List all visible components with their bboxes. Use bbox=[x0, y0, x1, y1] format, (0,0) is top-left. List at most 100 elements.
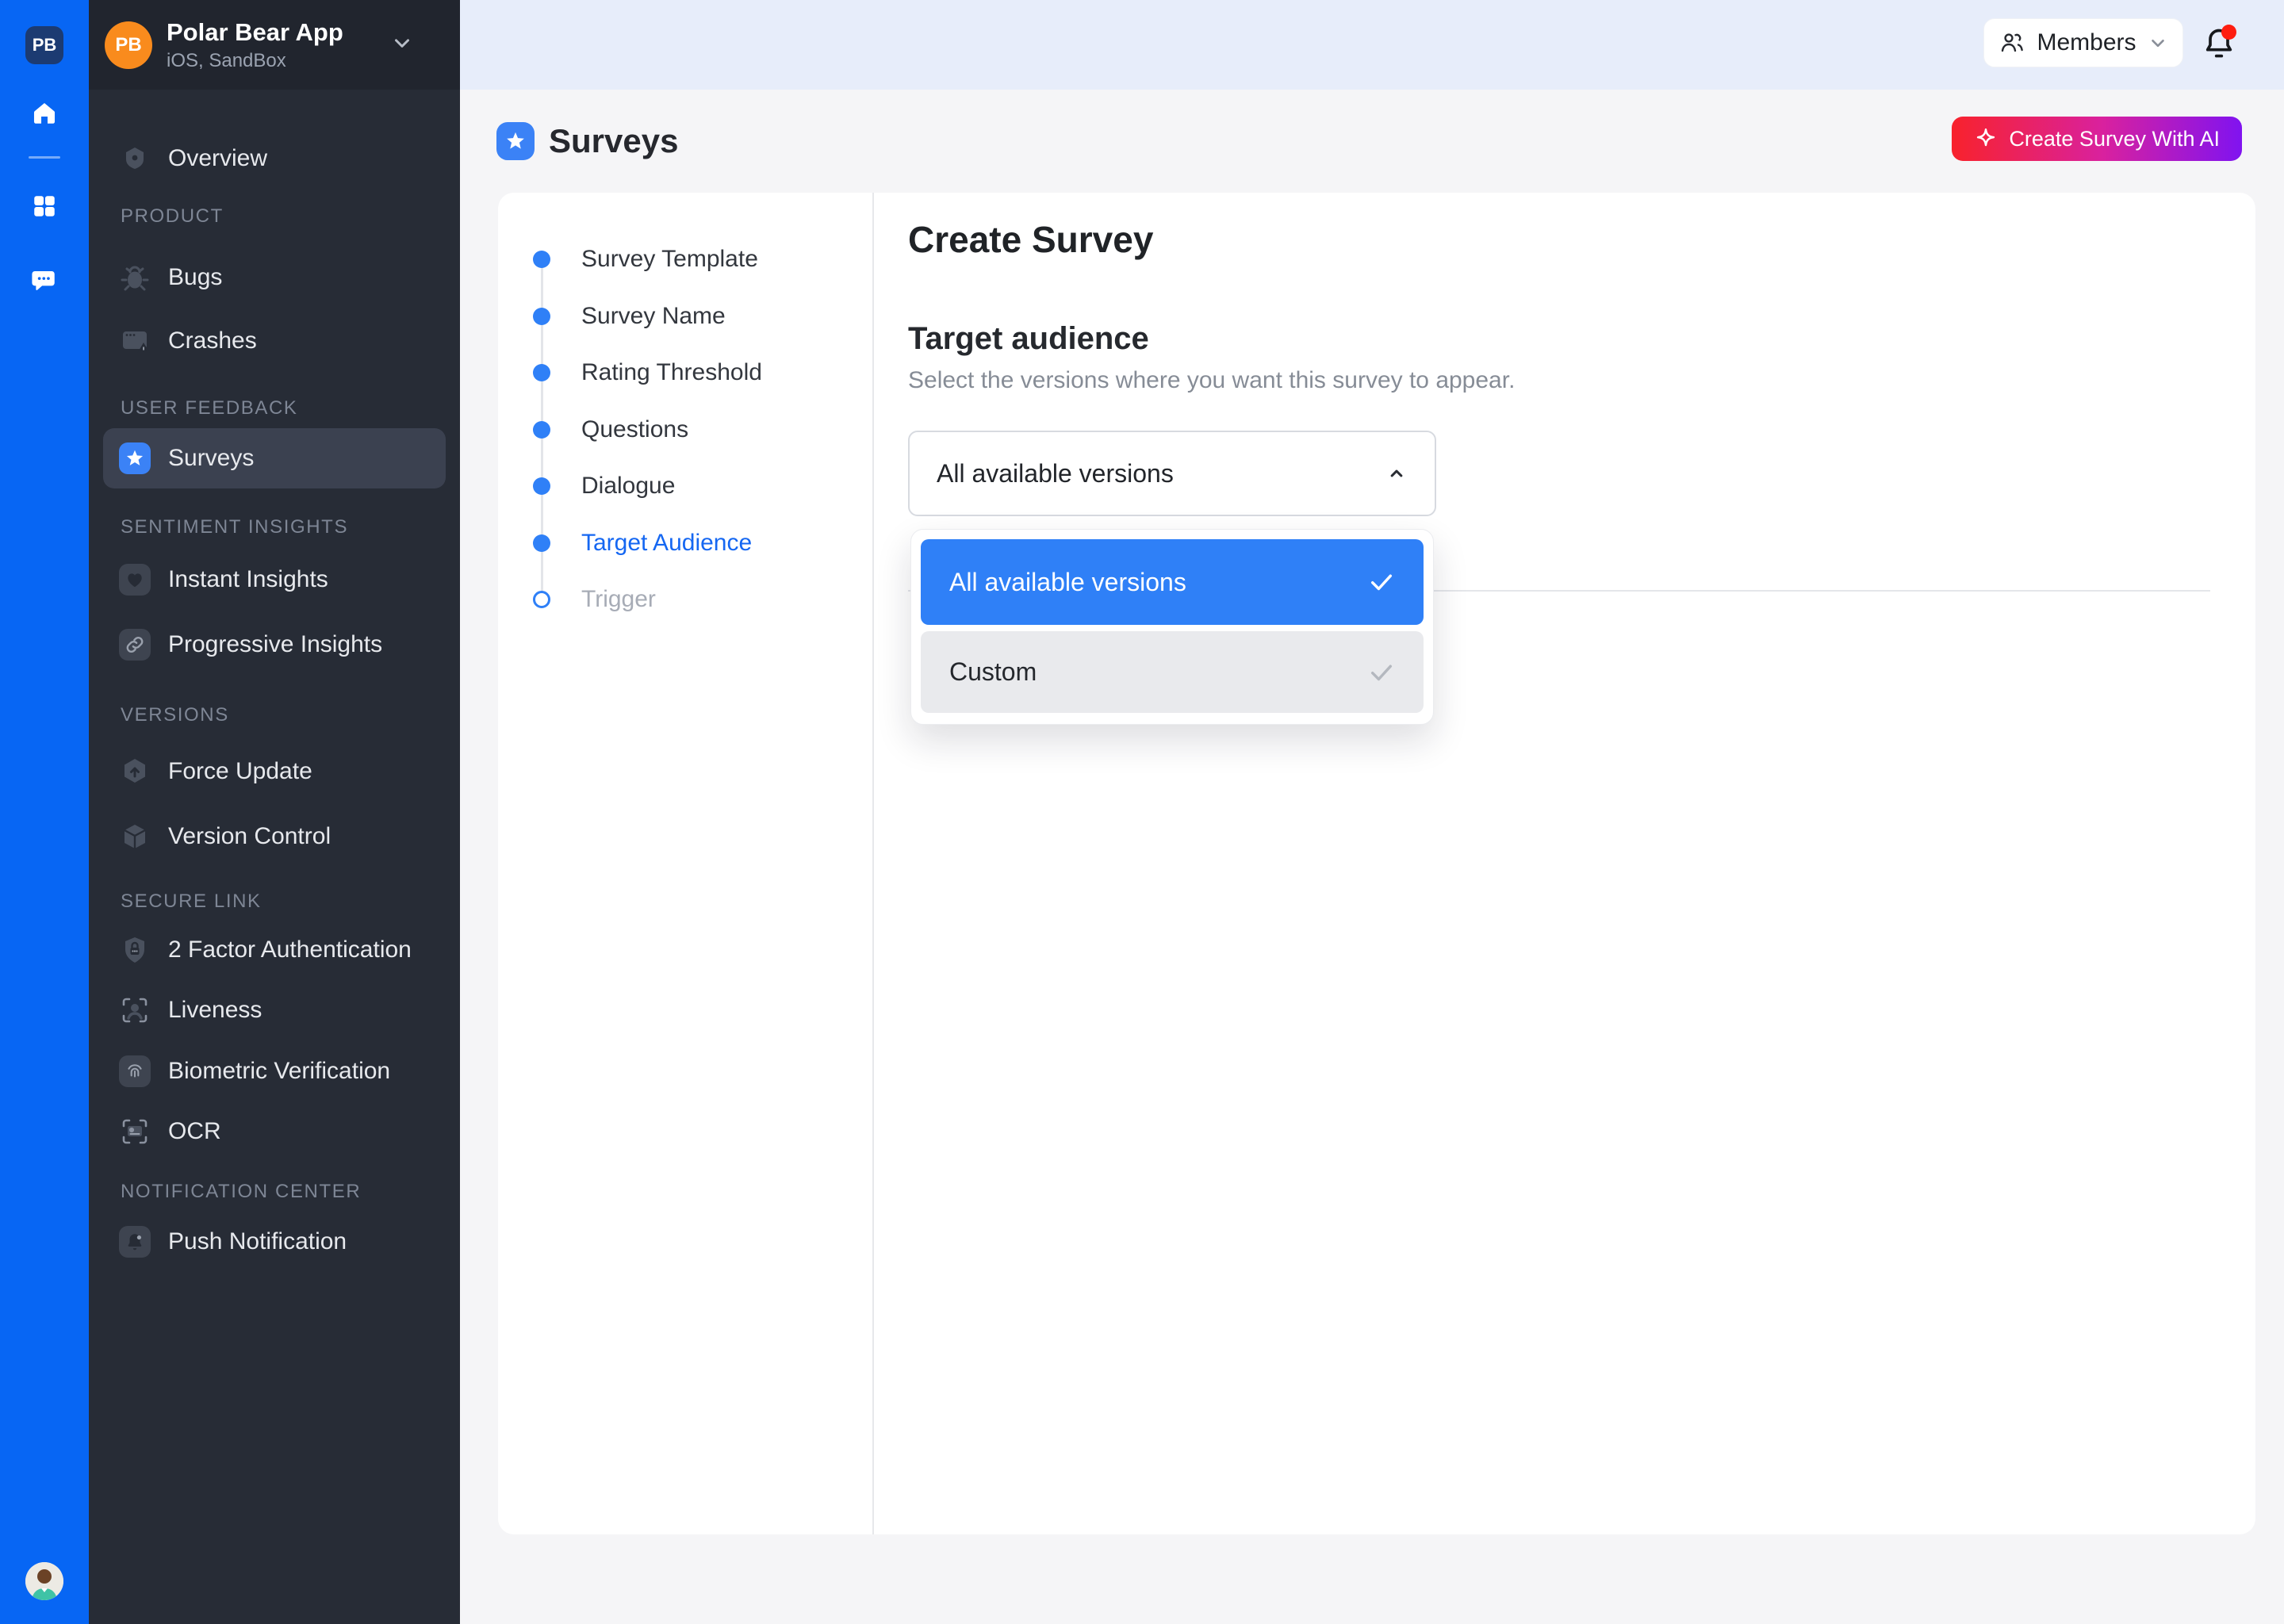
section-label-secure-link: SECURE LINK bbox=[121, 891, 262, 912]
section-label-sentiment-insights: SENTIMENT INSIGHTS bbox=[121, 516, 349, 538]
user-avatar[interactable] bbox=[25, 1562, 63, 1600]
hexagon-up-arrow-icon bbox=[119, 756, 151, 787]
link-icon bbox=[119, 629, 151, 661]
sidebar-item-biometric-verification[interactable]: Biometric Verification bbox=[103, 1041, 446, 1101]
chat-icon[interactable] bbox=[30, 266, 59, 295]
sidebar-item-label: OCR bbox=[168, 1118, 221, 1144]
sidebar-item-force-update[interactable]: Force Update bbox=[103, 741, 446, 802]
crash-window-icon bbox=[119, 325, 151, 357]
icon-rail: PB bbox=[0, 0, 89, 1624]
card-scan-icon bbox=[119, 1116, 151, 1147]
option-label: All available versions bbox=[949, 567, 1186, 596]
members-label: Members bbox=[2037, 29, 2136, 56]
chevron-up-icon bbox=[1385, 462, 1408, 485]
sidebar-item-version-control[interactable]: Version Control bbox=[103, 806, 446, 867]
step-dot bbox=[533, 251, 550, 268]
home-icon[interactable] bbox=[30, 99, 59, 128]
sidebar-item-surveys[interactable]: Surveys bbox=[103, 428, 446, 488]
option-all-available-versions[interactable]: All available versions bbox=[921, 539, 1424, 625]
app-name: Polar Bear App bbox=[167, 17, 343, 46]
members-icon bbox=[1998, 29, 2025, 56]
sidebar-item-label: Surveys bbox=[168, 445, 255, 471]
sidebar-item-label: Liveness bbox=[168, 997, 263, 1023]
sidebar-item-liveness[interactable]: Liveness bbox=[103, 980, 446, 1040]
check-icon bbox=[1368, 569, 1395, 596]
step-rating-threshold[interactable]: Rating Threshold bbox=[533, 357, 864, 389]
sidebar-item-label: Overview bbox=[168, 145, 268, 171]
step-dot bbox=[533, 477, 550, 495]
wizard-title: Create Survey bbox=[908, 219, 1154, 260]
chevron-down-icon bbox=[390, 31, 414, 59]
step-dot bbox=[533, 308, 550, 325]
step-label: Survey Template bbox=[581, 246, 758, 272]
sidebar-item-label: Version Control bbox=[168, 823, 331, 849]
cube-icon bbox=[119, 821, 151, 852]
app-avatar: PB bbox=[105, 21, 152, 69]
step-label: Trigger bbox=[581, 586, 656, 612]
option-label: Custom bbox=[949, 657, 1037, 686]
ai-button-label: Create Survey With AI bbox=[2009, 126, 2220, 151]
option-custom[interactable]: Custom bbox=[921, 631, 1424, 713]
surveys-star-icon bbox=[496, 122, 535, 160]
sidebar-item-overview[interactable]: Overview bbox=[103, 128, 446, 189]
sparkle-icon bbox=[1977, 128, 1995, 147]
sidebar-item-bugs[interactable]: Bugs bbox=[103, 247, 446, 308]
sidebar-item-ocr[interactable]: OCR bbox=[103, 1101, 446, 1162]
wizard-stepper: Survey Template Survey Name Rating Thres… bbox=[498, 193, 874, 1534]
face-scan-icon bbox=[119, 994, 151, 1026]
sidebar-nav: Overview PRODUCT Bugs Crashes USER FEEDB… bbox=[89, 128, 460, 1272]
versions-dropdown-menu: All available versions Custom bbox=[910, 529, 1434, 725]
sidebar-item-label: Instant Insights bbox=[168, 566, 328, 592]
sidebar-item-progressive-insights[interactable]: Progressive Insights bbox=[103, 615, 446, 675]
sidebar-item-crashes[interactable]: Crashes bbox=[103, 311, 446, 371]
grid-icon[interactable] bbox=[30, 192, 59, 220]
sidebar-item-label: Push Notification bbox=[168, 1228, 347, 1254]
workspace-badge[interactable]: PB bbox=[25, 26, 63, 64]
step-trigger[interactable]: Trigger bbox=[533, 584, 864, 615]
step-questions[interactable]: Questions bbox=[533, 414, 864, 446]
notifications-bell-icon[interactable] bbox=[2202, 25, 2238, 63]
step-dot bbox=[533, 534, 550, 552]
sidebar-item-label: Force Update bbox=[168, 758, 312, 784]
section-label-notification-center: NOTIFICATION CENTER bbox=[121, 1181, 362, 1202]
bell-icon bbox=[119, 1226, 151, 1258]
fingerprint-icon bbox=[119, 1055, 151, 1087]
check-icon bbox=[1368, 659, 1395, 686]
sidebar-item-2fa[interactable]: 2 Factor Authentication bbox=[103, 920, 446, 980]
step-survey-name[interactable]: Survey Name bbox=[533, 301, 864, 332]
chevron-down-icon bbox=[2148, 33, 2168, 53]
target-audience-heading: Target audience bbox=[908, 321, 1149, 356]
page-header: Surveys bbox=[496, 122, 678, 160]
members-button[interactable]: Members bbox=[1983, 18, 2183, 67]
sidebar-item-instant-insights[interactable]: Instant Insights bbox=[103, 550, 446, 610]
sidebar-item-push-notification[interactable]: Push Notification bbox=[103, 1212, 446, 1272]
step-dot bbox=[533, 421, 550, 439]
notification-dot bbox=[2221, 25, 2236, 40]
versions-select[interactable]: All available versions bbox=[908, 431, 1436, 516]
step-label: Rating Threshold bbox=[581, 359, 762, 385]
create-survey-with-ai-button[interactable]: Create Survey With AI bbox=[1952, 117, 2242, 161]
app-meta: Polar Bear App iOS, SandBox bbox=[167, 18, 343, 71]
rail-divider bbox=[29, 156, 60, 159]
step-target-audience[interactable]: Target Audience bbox=[533, 527, 864, 559]
topbar: Members bbox=[460, 0, 2284, 90]
versions-select-value: All available versions bbox=[937, 458, 1174, 488]
target-audience-description: Select the versions where you want this … bbox=[908, 367, 1516, 393]
step-label: Survey Name bbox=[581, 303, 726, 329]
step-survey-template[interactable]: Survey Template bbox=[533, 243, 864, 275]
app-switcher[interactable]: PB Polar Bear App iOS, SandBox bbox=[89, 0, 460, 90]
main-area: Members Surveys Create Survey With AI Su… bbox=[460, 0, 2284, 1624]
section-label-product: PRODUCT bbox=[121, 205, 224, 227]
step-label: Dialogue bbox=[581, 473, 676, 499]
step-dot bbox=[533, 591, 550, 608]
step-dot bbox=[533, 364, 550, 381]
page-title: Surveys bbox=[549, 122, 679, 159]
shield-lock-icon bbox=[119, 934, 151, 966]
create-survey-card: Survey Template Survey Name Rating Thres… bbox=[498, 193, 2255, 1534]
sidebar-item-label: Bugs bbox=[168, 264, 223, 290]
step-label: Target Audience bbox=[581, 530, 753, 556]
overview-icon bbox=[119, 143, 151, 174]
step-dialogue[interactable]: Dialogue bbox=[533, 470, 864, 502]
star-icon bbox=[119, 442, 151, 474]
section-label-user-feedback: USER FEEDBACK bbox=[121, 397, 298, 419]
